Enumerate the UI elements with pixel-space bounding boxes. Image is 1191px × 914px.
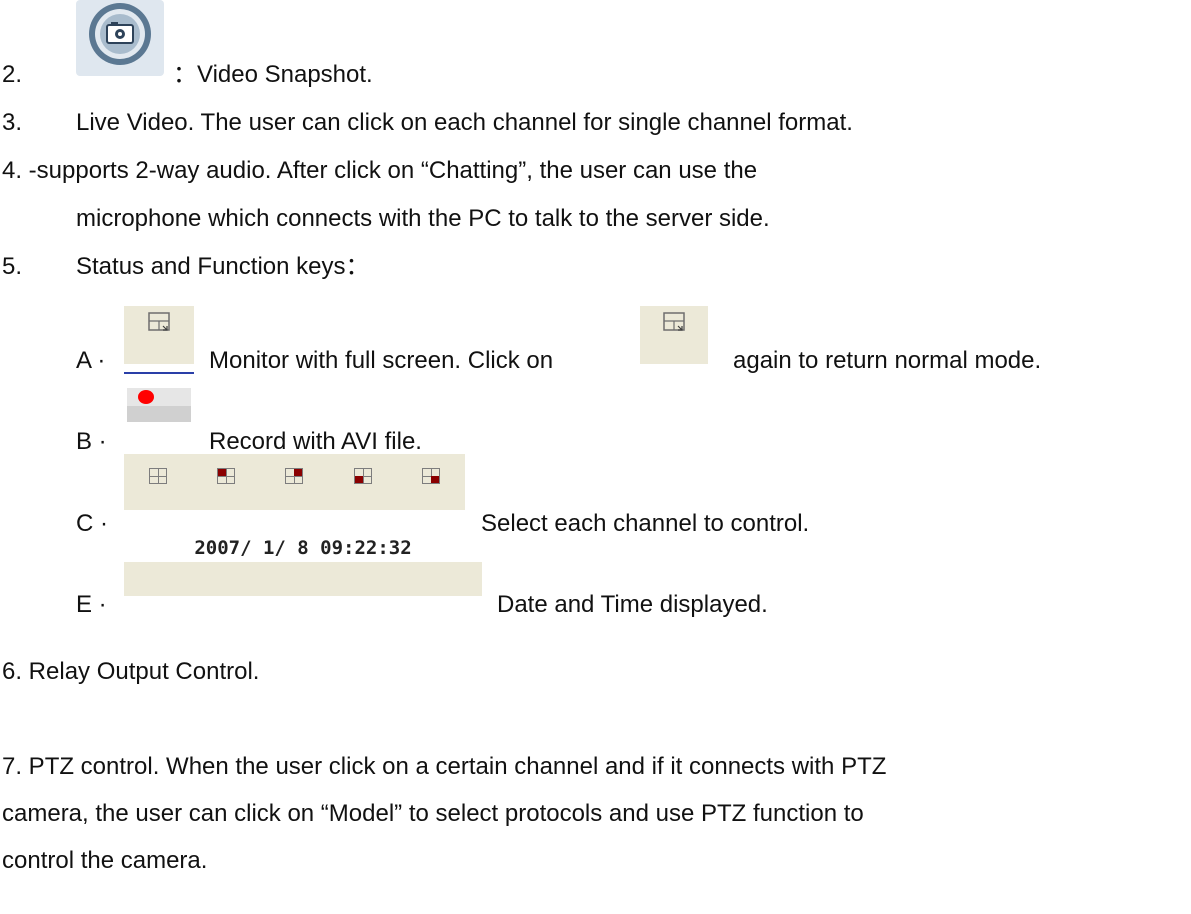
item-2-number: 2. [2,61,23,88]
item-7-line-3: control the camera. [2,847,208,874]
item-6-text: 6. Relay Output Control. [2,658,260,685]
channel-1-button[interactable] [217,468,236,484]
item-3-text: Live Video. The user can click on each c… [76,109,853,136]
sub-e-label: E · [76,591,107,618]
sub-b-label: B · [76,428,107,455]
sub-c-text: Select each channel to control. [481,510,810,537]
datetime-display: 2007/ 1/ 8 09:22:32 [124,534,482,596]
channel-select-icon[interactable] [124,454,465,510]
item-4-line-1: 4. -supports 2-way audio. After click on… [2,157,758,184]
item-4-line-2: microphone which connects with the PC to… [76,205,770,232]
sub-c-label: C · [76,510,108,537]
channel-2-button[interactable] [285,468,304,484]
fullscreen-icon[interactable] [124,306,194,364]
item-5-text: Status and Function keys： [76,253,370,280]
fullscreen-icon-inline[interactable] [640,306,708,364]
item-2-text: ：Video Snapshot. [173,61,373,88]
channel-3-button[interactable] [353,468,372,484]
sub-a-text-1: Monitor with full screen. Click on [209,347,554,374]
channel-all-button[interactable] [149,468,168,484]
sub-e-text: Date and Time displayed. [497,591,768,618]
item-3-number: 3. [2,109,23,136]
sub-b-text: Record with AVI file. [209,428,422,455]
sub-a-text-2: again to return normal mode. [733,347,1042,374]
record-icon[interactable] [124,372,194,430]
item-7-line-2: camera, the user can click on “Model” to… [2,800,864,827]
sub-a-label: A · [76,347,106,374]
camera-snapshot-icon[interactable] [76,0,164,76]
item-5-number: 5. [2,253,23,280]
datetime-text: 2007/ 1/ 8 09:22:32 [194,537,412,559]
channel-4-button[interactable] [421,468,440,484]
item-7-line-1: 7. PTZ control. When the user click on a… [2,753,887,780]
